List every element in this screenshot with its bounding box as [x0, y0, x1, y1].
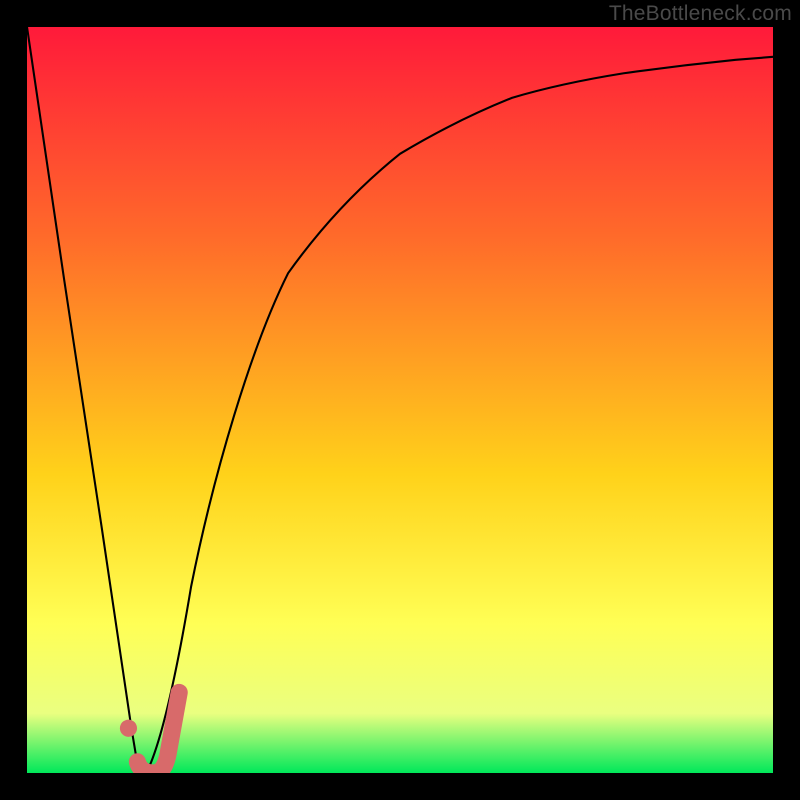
optimal-marker-dot [120, 720, 137, 737]
outer-frame: TheBottleneck.com [0, 0, 800, 800]
chart-svg [27, 27, 773, 773]
plot-area [27, 27, 773, 773]
gradient-background [27, 27, 773, 773]
watermark-text: TheBottleneck.com [609, 2, 792, 26]
